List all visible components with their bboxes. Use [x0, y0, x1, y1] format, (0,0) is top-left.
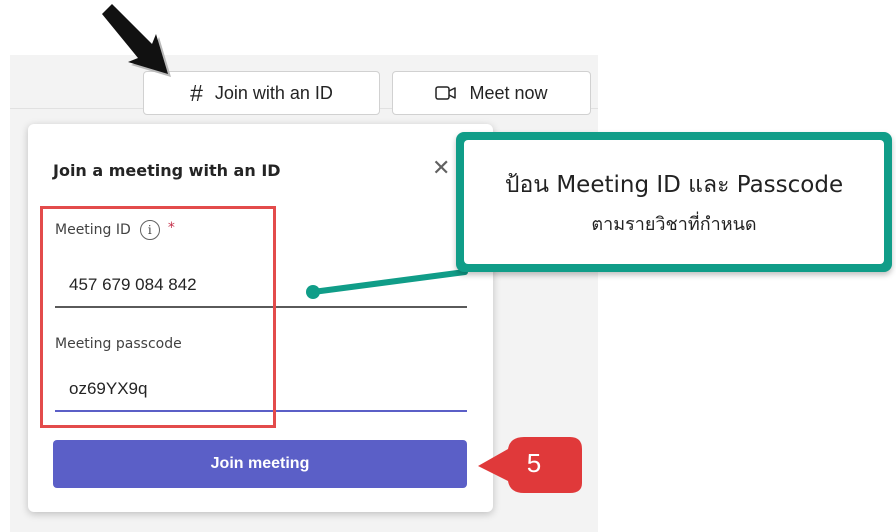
join-meeting-button[interactable]: Join meeting — [53, 440, 467, 488]
required-marker: * — [167, 220, 175, 236]
close-icon[interactable]: ✕ — [432, 158, 450, 180]
hash-icon: # — [190, 79, 203, 106]
meet-now-label: Meet now — [469, 82, 548, 103]
passcode-label: Meeting passcode — [55, 336, 182, 352]
step-number: 5 — [526, 448, 542, 478]
meeting-id-label: Meeting ID — [55, 222, 131, 238]
callout-line-1: ป้อน Meeting ID และ Passcode — [504, 171, 844, 198]
info-icon[interactable]: i — [139, 220, 160, 240]
join-meeting-panel: Join a meeting with an ID ✕ Meeting ID i *… — [28, 124, 493, 512]
video-camera-icon — [435, 86, 457, 100]
callout-content: ป้อน Meeting ID และ Passcode ตามรายวิชาท… — [464, 140, 884, 264]
black-pointer-arrow-annotation — [102, 4, 171, 77]
passcode-input[interactable] — [55, 368, 467, 412]
callout-pointer-line — [306, 269, 468, 299]
callout-line-2: ตามรายวิชาที่กำหนด — [591, 213, 757, 235]
panel-title: Join a meeting with an ID — [53, 161, 281, 180]
instruction-callout: ป้อน Meeting ID และ Passcode ตามรายวิชาท… — [456, 132, 892, 272]
join-with-id-label: Join with an ID — [214, 82, 333, 103]
meeting-id-label-row: Meeting ID i * — [55, 220, 175, 240]
meet-now-button[interactable]: Meet now — [392, 71, 591, 115]
